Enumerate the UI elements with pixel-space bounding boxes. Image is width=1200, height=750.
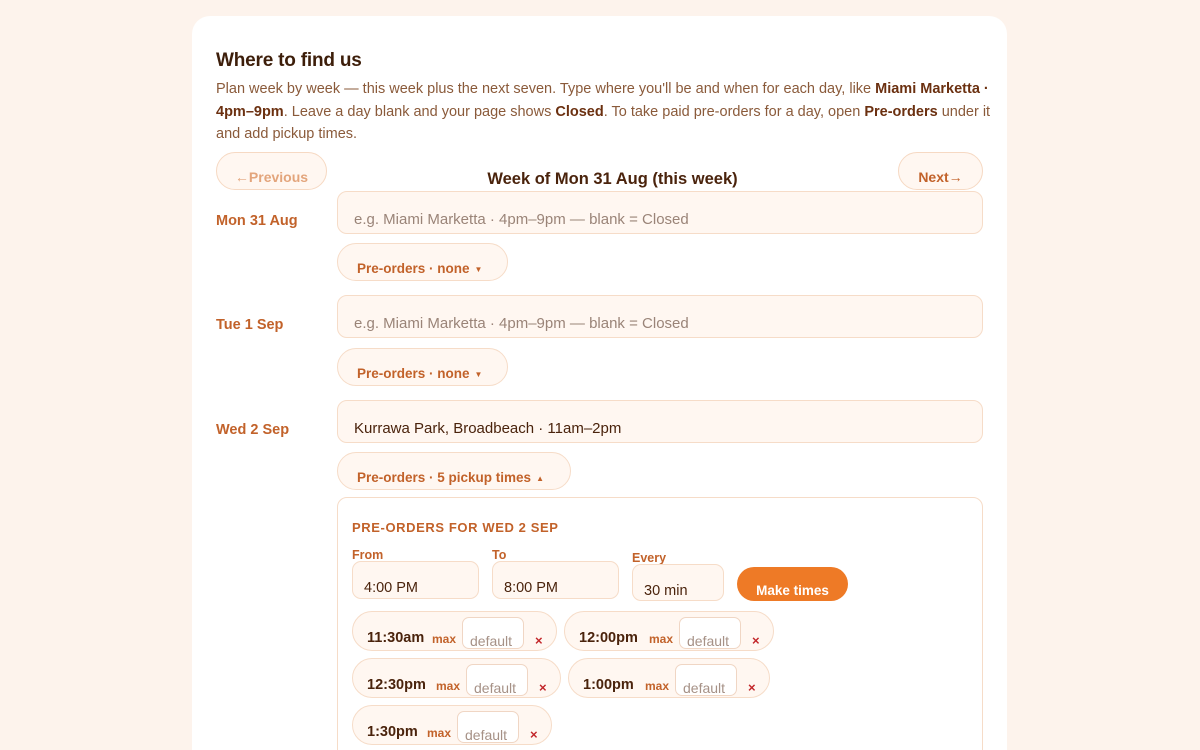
pickup-slot: 1:00pm max default × xyxy=(568,658,770,698)
slot-max-label: max xyxy=(436,679,461,693)
pickup-slot: 12:30pm max default × xyxy=(352,658,561,698)
chevron-up-icon: ▲ xyxy=(536,474,544,483)
slot-max-input[interactable]: default xyxy=(457,711,519,743)
slot-max-input[interactable]: default xyxy=(679,617,741,649)
slot-time: 1:00pm xyxy=(583,677,634,693)
day-label-mon: Mon 31 Aug xyxy=(216,213,298,229)
next-week-button[interactable]: Next→ xyxy=(898,152,983,190)
preorders-panel-title: PRE-ORDERS FOR WED 2 SEP xyxy=(352,520,559,535)
remove-slot-icon[interactable]: × xyxy=(752,633,760,648)
pickup-slot: 12:00pm max default × xyxy=(564,611,774,651)
day-location-input-wed[interactable]: Kurrawa Park, Broadbeach · 11am–2pm xyxy=(337,400,983,443)
slot-time: 12:00pm xyxy=(579,630,638,646)
chevron-down-icon: ▼ xyxy=(474,370,483,379)
slot-max-label: max xyxy=(645,679,670,693)
every-label: Every xyxy=(632,551,667,565)
slot-time: 1:30pm xyxy=(367,724,418,740)
remove-slot-icon[interactable]: × xyxy=(539,680,547,695)
remove-slot-icon[interactable]: × xyxy=(535,633,543,648)
day-location-input-mon[interactable]: e.g. Miami Marketta · 4pm–9pm — blank = … xyxy=(337,191,983,234)
intro-text: Plan week by week — this week plus the n… xyxy=(216,81,991,142)
slot-time: 12:30pm xyxy=(367,677,426,693)
preorders-toggle-mon[interactable]: Pre-orders · none ▼ xyxy=(337,243,508,281)
chevron-down-icon: ▼ xyxy=(474,265,483,274)
preorders-toggle-wed[interactable]: Pre-orders · 5 pickup times ▲ xyxy=(337,452,571,490)
slot-time: 11:30am xyxy=(367,630,425,646)
week-label: Week of Mon 31 Aug (this week) xyxy=(487,170,738,188)
slot-max-label: max xyxy=(649,632,674,646)
previous-week-button[interactable]: ←Previous xyxy=(216,152,327,190)
slot-max-label: max xyxy=(432,632,457,646)
page-title: Where to find us xyxy=(216,50,362,71)
to-label: To xyxy=(492,548,507,562)
day-location-input-tue[interactable]: e.g. Miami Marketta · 4pm–9pm — blank = … xyxy=(337,295,983,338)
pickup-slot: 11:30am max default × xyxy=(352,611,557,651)
slot-max-input[interactable]: default xyxy=(462,617,524,649)
slot-max-input[interactable]: default xyxy=(675,664,737,696)
remove-slot-icon[interactable]: × xyxy=(748,680,756,695)
remove-slot-icon[interactable]: × xyxy=(530,727,538,742)
to-time-field[interactable]: 8:00 PM xyxy=(492,561,619,599)
make-times-button[interactable]: Make times xyxy=(737,567,848,601)
from-label: From xyxy=(352,548,384,562)
preorders-toggle-tue[interactable]: Pre-orders · none ▼ xyxy=(337,348,508,386)
day-label-tue: Tue 1 Sep xyxy=(216,317,284,333)
day-label-wed: Wed 2 Sep xyxy=(216,422,290,438)
slot-max-label: max xyxy=(427,726,452,740)
from-time-field[interactable]: 4:00 PM xyxy=(352,561,479,599)
interval-select[interactable]: 30 min xyxy=(632,564,724,601)
slot-max-input[interactable]: default xyxy=(466,664,528,696)
pickup-slot: 1:30pm max default × xyxy=(352,705,552,745)
